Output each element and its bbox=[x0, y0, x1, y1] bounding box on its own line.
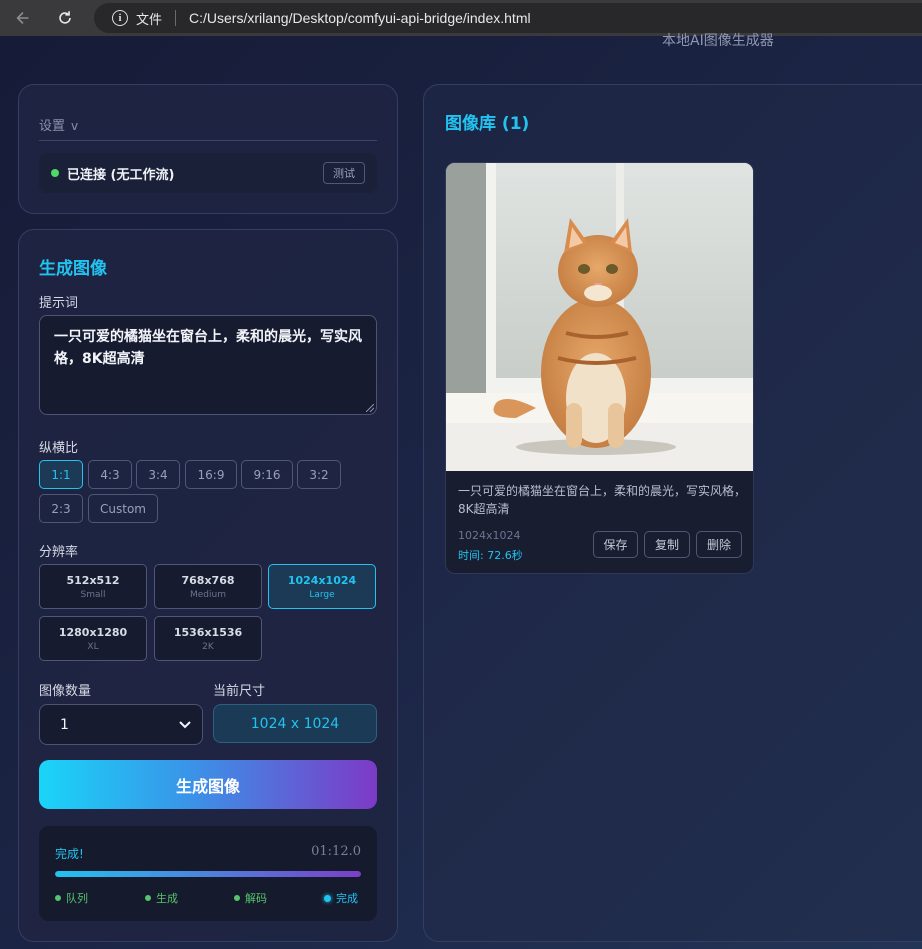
prompt-text: 一只可爱的橘猫坐在窗台上，柔和的晨光，写实风格，8K超高清 bbox=[54, 329, 362, 367]
save-button[interactable]: 保存 bbox=[593, 531, 638, 558]
step-complete: 完成 bbox=[324, 890, 358, 906]
current-size-display: 1024 x 1024 bbox=[213, 704, 377, 743]
resolution-name: XL bbox=[87, 641, 99, 652]
reload-icon bbox=[59, 11, 71, 24]
progress-elapsed: 01:12.0 bbox=[311, 844, 361, 859]
test-connection-button[interactable]: 测试 bbox=[323, 162, 365, 184]
progress-card: 完成! 01:12.0 队列 生成 解码 完成 bbox=[39, 826, 377, 921]
generate-panel: 生成图像 提示词 一只可爱的橘猫坐在窗台上，柔和的晨光，写实风格，8K超高清 纵… bbox=[18, 229, 398, 942]
resize-grip-icon[interactable] bbox=[366, 404, 374, 412]
image-description: 一只可爱的橘猫坐在窗台上，柔和的晨光，写实风格，8K超高清 bbox=[458, 484, 747, 516]
image-count-value: 1 bbox=[60, 716, 69, 733]
ratio-option-9-16[interactable]: 9:16 bbox=[241, 460, 293, 489]
resolution-option-1280[interactable]: 1280x1280 XL bbox=[39, 616, 147, 661]
resolution-option-768[interactable]: 768x768 Medium bbox=[154, 564, 262, 609]
image-dimensions: 1024x1024 bbox=[458, 529, 521, 542]
step-generate: 生成 bbox=[145, 890, 178, 906]
resolution-size: 512x512 bbox=[66, 573, 120, 587]
back-button[interactable] bbox=[12, 7, 34, 29]
progress-bar-fill bbox=[55, 871, 361, 877]
step-decode: 解码 bbox=[234, 890, 267, 906]
gallery-title: 图像库 (1) bbox=[445, 114, 530, 134]
step-label: 生成 bbox=[156, 892, 178, 905]
ratio-option-3-4[interactable]: 3:4 bbox=[136, 460, 180, 489]
resolution-name: Small bbox=[80, 589, 106, 600]
address-url: C:/Users/xrilang/Desktop/comfyui-api-bri… bbox=[189, 10, 531, 26]
ratio-option-custom[interactable]: Custom bbox=[88, 494, 158, 523]
info-icon[interactable]: i bbox=[112, 10, 128, 26]
step-label: 队列 bbox=[66, 892, 88, 905]
ratio-option-2-3[interactable]: 2:3 bbox=[39, 494, 83, 523]
resolution-option-1024[interactable]: 1024x1024 Large bbox=[268, 564, 376, 609]
step-dot-icon bbox=[145, 895, 151, 901]
resolution-size: 1280x1280 bbox=[58, 625, 128, 639]
back-arrow-icon bbox=[16, 12, 29, 24]
address-bar[interactable]: i 文件 C:/Users/xrilang/Desktop/comfyui-ap… bbox=[94, 3, 922, 33]
delete-button[interactable]: 删除 bbox=[696, 531, 742, 558]
prompt-label: 提示词 bbox=[39, 296, 79, 311]
resolution-size: 768x768 bbox=[181, 573, 235, 587]
resolution-name: 2K bbox=[202, 641, 214, 652]
image-generation-time: 时间: 72.6秒 bbox=[458, 549, 523, 562]
step-dot-icon bbox=[234, 895, 240, 901]
gallery-card: 一只可爱的橘猫坐在窗台上，柔和的晨光，写实风格，8K超高清 1024x1024 … bbox=[445, 162, 754, 574]
image-count-select[interactable]: 1 bbox=[39, 704, 203, 745]
prompt-textarea[interactable]: 一只可爱的橘猫坐在窗台上，柔和的晨光，写实风格，8K超高清 bbox=[39, 315, 377, 415]
connection-status-text: 已连接 (无工作流) bbox=[67, 167, 175, 183]
chevron-down-icon: v bbox=[71, 119, 79, 133]
connection-status: 已连接 (无工作流) 测试 bbox=[39, 153, 377, 193]
progress-status: 完成! bbox=[55, 847, 84, 861]
resolution-name: Medium bbox=[190, 589, 226, 600]
address-divider bbox=[175, 10, 177, 26]
resolution-name: Large bbox=[309, 589, 335, 600]
current-size-label: 当前尺寸 bbox=[213, 684, 266, 699]
ratio-option-16-9[interactable]: 16:9 bbox=[185, 460, 237, 489]
step-label: 完成 bbox=[336, 892, 358, 905]
settings-title: 设置 bbox=[39, 119, 66, 134]
generated-image[interactable] bbox=[446, 163, 753, 471]
ratio-label: 纵横比 bbox=[39, 441, 79, 456]
reload-button[interactable] bbox=[54, 7, 76, 29]
settings-panel: 设置 v 已连接 (无工作流) 测试 bbox=[18, 84, 398, 214]
resolution-option-1536[interactable]: 1536x1536 2K bbox=[154, 616, 262, 661]
browser-toolbar: i 文件 C:/Users/xrilang/Desktop/comfyui-ap… bbox=[0, 0, 922, 36]
settings-toggle[interactable]: 设置 v bbox=[39, 115, 377, 141]
generate-button[interactable]: 生成图像 bbox=[39, 760, 377, 809]
resolution-size: 1536x1536 bbox=[173, 625, 243, 639]
step-dot-icon bbox=[324, 894, 331, 902]
progress-bar bbox=[55, 871, 361, 877]
cat-image-icon bbox=[446, 163, 753, 471]
image-count-label: 图像数量 bbox=[39, 684, 92, 699]
ratio-option-1-1[interactable]: 1:1 bbox=[39, 460, 83, 489]
copy-button[interactable]: 复制 bbox=[644, 531, 690, 558]
resolution-size: 1024x1024 bbox=[287, 573, 357, 587]
resolution-label: 分辨率 bbox=[39, 545, 79, 560]
address-scheme-label: 文件 bbox=[136, 12, 163, 28]
app-subtitle: 本地AI图像生成器 bbox=[662, 33, 774, 49]
step-queue: 队列 bbox=[55, 890, 88, 906]
progress-steps: 队列 生成 解码 完成 bbox=[55, 890, 361, 906]
gallery-panel: 图像库 (1) 一只可爱的橘猫坐在窗台上，柔和的晨光，写实风格，8K超高清 10… bbox=[423, 84, 922, 942]
chevron-down-icon bbox=[179, 721, 191, 729]
ratio-option-3-2[interactable]: 3:2 bbox=[297, 460, 341, 489]
step-dot-icon bbox=[55, 895, 61, 901]
generate-title: 生成图像 bbox=[39, 259, 107, 279]
ratio-option-4-3[interactable]: 4:3 bbox=[88, 460, 132, 489]
step-label: 解码 bbox=[245, 892, 267, 905]
resolution-option-512[interactable]: 512x512 Small bbox=[39, 564, 147, 609]
status-dot-icon bbox=[51, 169, 59, 177]
